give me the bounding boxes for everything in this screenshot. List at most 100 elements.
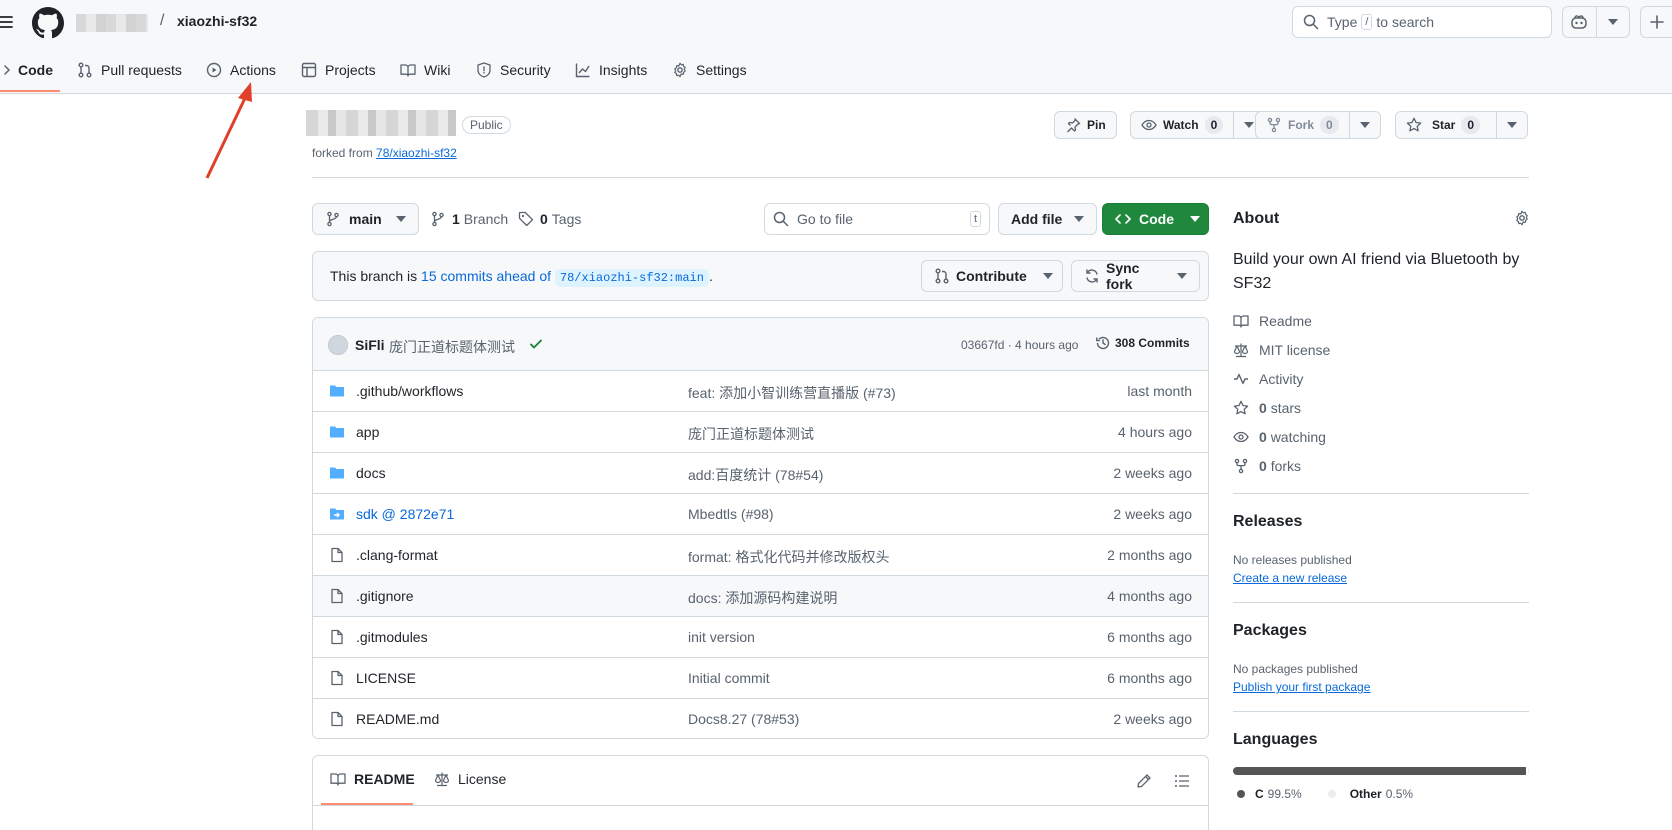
star-button[interactable]: Star 0 <box>1395 111 1529 139</box>
tags-link[interactable]: 0 Tags <box>518 211 581 227</box>
publish-package-link[interactable]: Publish your first package <box>1233 680 1370 694</box>
branch-selector[interactable]: main <box>312 203 419 235</box>
pull-request-icon <box>77 62 93 78</box>
law-icon <box>1233 342 1249 358</box>
go-to-file-input[interactable]: Go to file t <box>764 203 990 235</box>
tab-security[interactable]: Security <box>476 50 551 90</box>
packages-heading[interactable]: Packages <box>1233 622 1307 640</box>
language-bar <box>1233 767 1529 775</box>
add-file-button[interactable]: Add file <box>998 203 1098 235</box>
sync-fork-button[interactable]: Sync fork <box>1071 260 1200 292</box>
language-name[interactable]: C <box>1255 787 1264 801</box>
tab-wiki[interactable]: Wiki <box>400 50 450 90</box>
table-row[interactable]: docs add:百度统计 (78#54) 2 weeks ago <box>313 453 1208 494</box>
file-commit-message[interactable]: docs: 添加源码构建说明 <box>688 588 837 608</box>
sidebar-item-stars[interactable]: 0 stars <box>1233 400 1301 416</box>
title-divider <box>312 177 1529 178</box>
copilot-icon[interactable] <box>1563 7 1596 37</box>
global-search-input[interactable]: Type / to search <box>1292 6 1552 38</box>
file-name[interactable]: LICENSE <box>356 670 416 686</box>
file-commit-message[interactable]: Mbedtls (#98) <box>688 506 774 522</box>
table-row[interactable]: .gitignore docs: 添加源码构建说明 4 months ago <box>313 576 1208 617</box>
tags-label: Tags <box>551 211 582 227</box>
file-commit-message[interactable]: feat: 添加小智训练营直播版 (#73) <box>688 383 896 403</box>
avatar[interactable] <box>328 335 348 355</box>
tab-readme[interactable]: README <box>330 771 415 787</box>
table-row[interactable]: app 庞门正道标题体测试 4 hours ago <box>313 412 1208 453</box>
sidebar-item-license[interactable]: MIT license <box>1233 342 1330 358</box>
forked-from-link[interactable]: 78/xiaozhi-sf32 <box>376 146 457 160</box>
language-percent: 99.5% <box>1267 787 1302 801</box>
commits-count: 308 Commits <box>1115 336 1190 350</box>
upstream-ref[interactable]: 78/xiaozhi-sf32:main <box>554 269 709 287</box>
file-name[interactable]: .clang-format <box>356 547 438 563</box>
table-row[interactable]: sdk @ 2872e71 Mbedtls (#98) 2 weeks ago <box>313 494 1208 535</box>
hamburger-menu-icon[interactable] <box>0 9 18 35</box>
languages-heading: Languages <box>1233 731 1318 748</box>
contribute-button[interactable]: Contribute <box>921 260 1063 292</box>
pin-button[interactable]: Pin <box>1054 111 1117 139</box>
tab-projects[interactable]: Projects <box>301 50 376 90</box>
header-repo-link[interactable]: xiaozhi-sf32 <box>177 13 257 29</box>
file-commit-message[interactable]: add:百度统计 (78#54) <box>688 465 823 485</box>
pencil-icon[interactable] <box>1136 773 1152 789</box>
file-commit-message[interactable]: init version <box>688 629 755 645</box>
tab-license[interactable]: License <box>434 771 506 787</box>
star-dropdown[interactable] <box>1496 112 1527 138</box>
file-name[interactable]: .gitmodules <box>356 629 428 645</box>
search-icon <box>773 211 789 227</box>
file-name[interactable]: .github/workflows <box>356 383 463 399</box>
table-row[interactable]: .github/workflows feat: 添加小智训练营直播版 (#73)… <box>313 371 1208 412</box>
commit-message[interactable]: 庞门正道标题体测试 <box>389 337 515 357</box>
file-name[interactable]: docs <box>356 465 386 481</box>
commits-link[interactable]: 308 Commits <box>1095 335 1190 351</box>
watch-count: 0 <box>1204 116 1224 134</box>
file-name[interactable]: app <box>356 424 379 440</box>
chevron-down-icon <box>1507 122 1518 128</box>
chevron-down-icon <box>1244 122 1255 128</box>
repo-title-redacted <box>306 110 456 136</box>
branch-ahead-box: This branch is 15 commits ahead of 78/xi… <box>312 251 1209 301</box>
sidebar-item-forks[interactable]: 0 forks <box>1233 458 1301 474</box>
tab-settings[interactable]: Settings <box>672 50 747 90</box>
language-name[interactable]: Other <box>1350 787 1382 801</box>
file-commit-message[interactable]: Initial commit <box>688 670 770 686</box>
code-button[interactable]: Code <box>1102 203 1209 235</box>
copilot-dropdown-icon[interactable] <box>1595 7 1629 37</box>
create-new-plus-icon[interactable] <box>1640 6 1672 38</box>
list-outline-icon[interactable] <box>1174 773 1190 789</box>
file-commit-message[interactable]: Docs8.27 (78#53) <box>688 711 799 727</box>
owner-name-redacted <box>76 14 148 32</box>
check-icon[interactable] <box>528 336 544 352</box>
file-commit-message[interactable]: format: 格式化代码并修改版权头 <box>688 547 889 567</box>
table-row[interactable]: LICENSE Initial commit 6 months ago <box>313 658 1208 699</box>
file-name[interactable]: .gitignore <box>356 588 414 604</box>
tab-pull-requests[interactable]: Pull requests <box>77 50 182 90</box>
fork-dropdown[interactable] <box>1348 112 1380 138</box>
star-icon <box>1406 117 1422 133</box>
gear-icon[interactable] <box>1514 210 1530 226</box>
table-row[interactable]: .clang-format format: 格式化代码并修改版权头 2 mont… <box>313 535 1208 576</box>
table-row[interactable]: README.md Docs8.27 (78#53) 2 weeks ago <box>313 699 1208 738</box>
releases-heading[interactable]: Releases <box>1233 513 1302 531</box>
ahead-suffix: . <box>708 268 713 284</box>
sidebar-item-activity[interactable]: Activity <box>1233 371 1303 387</box>
file-name[interactable]: README.md <box>356 711 439 727</box>
file-commit-message[interactable]: 庞门正道标题体测试 <box>688 424 814 444</box>
sidebar-item-watching[interactable]: 0 watching <box>1233 429 1326 445</box>
tab-code[interactable]: Code <box>0 50 53 90</box>
github-logo-icon[interactable] <box>32 7 64 39</box>
pin-icon <box>1065 117 1081 133</box>
table-row[interactable]: .gitmodules init version 6 months ago <box>313 617 1208 658</box>
create-release-link[interactable]: Create a new release <box>1233 571 1347 585</box>
commit-hash-time[interactable]: 03667fd · 4 hours ago <box>961 338 1078 352</box>
watch-button[interactable]: Watch 0 <box>1130 111 1266 139</box>
fork-button[interactable]: Fork 0 <box>1255 111 1381 139</box>
ahead-commits-link[interactable]: 15 commits ahead of <box>421 268 551 284</box>
commit-author[interactable]: SiFli <box>355 337 385 353</box>
sidebar-item-readme[interactable]: Readme <box>1233 313 1312 329</box>
activity-link: Activity <box>1259 371 1304 387</box>
file-name[interactable]: sdk @ 2872e71 <box>356 506 454 522</box>
branches-link[interactable]: 1 Branch <box>430 211 508 227</box>
tab-insights[interactable]: Insights <box>575 50 647 90</box>
